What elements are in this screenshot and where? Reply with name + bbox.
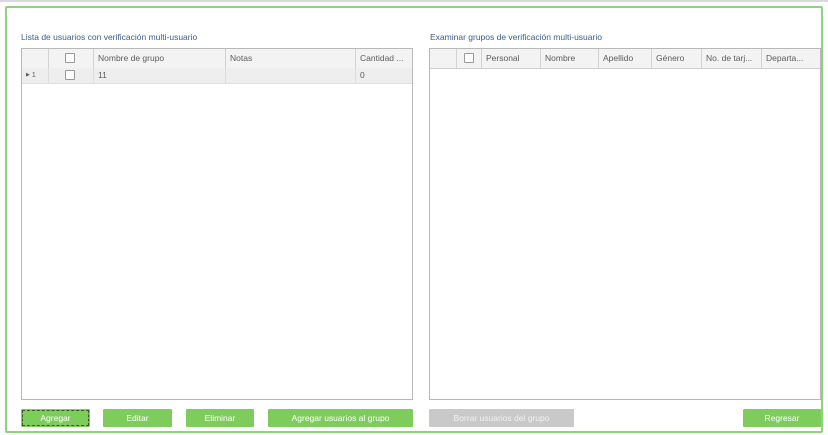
row-number: 1	[31, 72, 36, 79]
column-header-department[interactable]: Departa...	[762, 49, 820, 68]
add-button[interactable]: Agregar	[21, 409, 90, 427]
column-header-quantity[interactable]: Cantidad ...	[356, 49, 412, 68]
column-header-notes[interactable]: Notas	[226, 49, 356, 68]
select-all-checkbox[interactable]	[464, 53, 474, 63]
cell-quantity: 0	[360, 70, 365, 80]
row-select-cell	[49, 68, 94, 83]
header-select-all	[457, 49, 482, 68]
cell-group-name: 11	[94, 68, 226, 83]
delete-button[interactable]: Eliminar	[186, 409, 254, 427]
header-rownum	[430, 49, 457, 68]
edit-button[interactable]: Editar	[103, 409, 172, 427]
cell-notes	[226, 68, 356, 83]
table-header: Personal Nombre Apellido Género No. de t…	[430, 49, 820, 69]
left-panel-title: Lista de usuarios con verificación multi…	[21, 32, 198, 42]
remove-users-from-group-button[interactable]: Borrar usuarios del grupo	[429, 409, 574, 427]
user-group-table: Nombre de grupo Notas Cantidad ... ▶ 1 1…	[21, 48, 413, 400]
group-members-table: Personal Nombre Apellido Género No. de t…	[429, 48, 821, 400]
column-header-group-name[interactable]: Nombre de grupo	[94, 49, 226, 68]
row-index: ▶ 1	[22, 68, 49, 83]
select-all-checkbox[interactable]	[65, 53, 75, 63]
table-header: Nombre de grupo Notas Cantidad ...	[22, 49, 412, 69]
right-panel-title: Examinar grupos de verificación multi-us…	[430, 32, 602, 42]
header-select-all	[49, 49, 94, 68]
table-row[interactable]: ▶ 1 11 0	[22, 68, 412, 84]
column-header-gender[interactable]: Género	[652, 49, 702, 68]
header-rownum	[22, 49, 49, 68]
column-header-last-name[interactable]: Apellido	[599, 49, 652, 68]
row-checkbox[interactable]	[65, 70, 75, 80]
back-button[interactable]: Regresar	[743, 409, 821, 427]
play-triangle-icon: ▶	[26, 72, 30, 78]
add-users-to-group-button[interactable]: Agregar usuarios al grupo	[268, 409, 413, 427]
column-header-personal[interactable]: Personal	[482, 49, 541, 68]
column-header-card-number[interactable]: No. de tarj...	[702, 49, 762, 68]
column-header-name[interactable]: Nombre	[541, 49, 599, 68]
top-separator	[0, 0, 828, 2]
